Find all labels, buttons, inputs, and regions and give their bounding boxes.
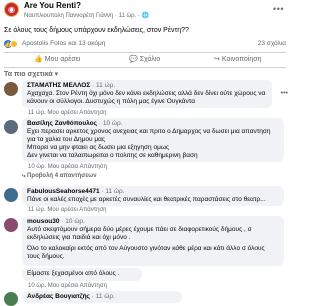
comment-options-icon[interactable]: ••• bbox=[281, 90, 288, 97]
comment-bubble: ΣΤΑΜΑΤΗΣ ΜΕΛΛΟΣ · 11 ώρ. Αχαχαχα. Στον Ρ… bbox=[22, 80, 272, 108]
comment-bubble: Ανδρέας Βουγιατζής · 11 ώρ. bbox=[22, 291, 182, 303]
comment-text-line: Είμαστε ξεχασμένοι από όλους . bbox=[27, 270, 120, 277]
comment-text-line: κάνουν οι σύλλογοι. Δυστυχώς η πόλη μας … bbox=[27, 98, 196, 105]
comment-author[interactable]: mousou30 bbox=[27, 218, 60, 225]
comment-text-line: τους δήμους. bbox=[27, 253, 65, 260]
comment-actions[interactable]: 10 ώρ. Μου αρέσει Απάντηση bbox=[28, 283, 107, 289]
comment-text-line: Όλο το καλοκαίρι εκτός από τον Αύγουστο … bbox=[27, 245, 265, 252]
comments-count[interactable]: 23 σχόλια bbox=[258, 40, 286, 47]
comment-sort-dropdown[interactable]: Τα πιο σχετικά ▾ bbox=[4, 70, 58, 78]
thumbs-up-icon: 👍 bbox=[34, 56, 43, 63]
group-avatar[interactable]: ◉ bbox=[4, 2, 19, 17]
reactions-row: 👍 Apostolis Fotos και 13 ακόμη 23 σχόλια bbox=[4, 40, 286, 50]
comment-bubble: Βασίλης Ζανθόπουλος · 10 ώρ. Εχει περασε… bbox=[22, 118, 284, 162]
comment-button[interactable]: 💬 Σχόλιο bbox=[129, 55, 160, 64]
view-replies-link[interactable]: ⤷ Προβολή 4 απαντήσεων bbox=[22, 173, 97, 180]
globe-icon: 🌐 bbox=[141, 13, 150, 19]
comment-author[interactable]: Βασίλης Ζανθόπουλος bbox=[27, 120, 97, 127]
comment-text-line: εκδηλώσεις για παιδιά και όχι μόνο . bbox=[27, 234, 131, 241]
post-meta: Ναυπλιουπολη Παννορέτη Γιάννη · 11 ώρ. ·… bbox=[24, 13, 150, 19]
comment-author[interactable]: ΣΤΑΜΑΤΗΣ ΜΕΛΛΟΣ bbox=[27, 82, 90, 89]
avatar[interactable] bbox=[4, 292, 18, 306]
comment-bubble-extra: Είμαστε ξεχασμένοι από όλους . bbox=[22, 268, 142, 281]
comment-bubble: FabulousSeahorse4471 · 11 ώρ. Πάνε οι κα… bbox=[22, 186, 284, 206]
comment-actions[interactable]: 11 ώρ. Μου αρέσει Απάντηση bbox=[28, 207, 107, 213]
more-options-icon[interactable]: ••• bbox=[273, 4, 284, 14]
comment-bubble: mousou30 · 10 ώρ. Αυτό σκεφτόμουν σήμερα… bbox=[22, 216, 284, 266]
comment-author[interactable]: FabulousSeahorse4471 bbox=[27, 188, 100, 195]
comment-icon: 💬 bbox=[129, 56, 138, 63]
comment-actions[interactable]: 10 ώρ. Μου αρέσει Απάντηση bbox=[28, 164, 107, 170]
post-text: Σε όλους τους δήμους υπάρχουν εκδηλώσεις… bbox=[4, 27, 189, 34]
post-action-bar: 👍 Μου αρέσει 💬 Σχόλιο ↪ Κοινοποίηση bbox=[4, 52, 286, 68]
share-button[interactable]: ↪ Κοινοποίηση bbox=[214, 55, 262, 64]
comment-text-line: Μπορει να μην φταιει ας δωσει μια εξηγησ… bbox=[27, 144, 170, 151]
comment-text-line: για τα χαλια του Δημου μας bbox=[27, 136, 105, 143]
share-icon: ↪ bbox=[214, 56, 220, 63]
comment-actions[interactable]: 11 ώρ. Μου αρέσει Απάντηση bbox=[28, 110, 107, 116]
comment-text-line: Αχαχαχα. Στον Ρέντη όχι μόνο δεν κάνει ε… bbox=[27, 90, 266, 97]
comment-author[interactable]: Ανδρέας Βουγιατζής bbox=[27, 293, 90, 300]
avatar[interactable] bbox=[4, 82, 18, 96]
care-reaction-icon[interactable] bbox=[10, 40, 18, 48]
comment-text-line: Δεν γινεται να ταλαιπωρειται ο πολιτης σ… bbox=[27, 152, 198, 159]
avatar[interactable] bbox=[4, 218, 18, 232]
like-button[interactable]: 👍 Μου αρέσει bbox=[34, 55, 80, 64]
avatar[interactable] bbox=[4, 188, 18, 202]
comment-text-line: Εχει περασει αρκετος χρονος ανεχειας και… bbox=[27, 128, 271, 135]
post-header: ◉ Are You Renti? Ναυπλιουπολη Παννορέτη … bbox=[0, 0, 290, 24]
reactors-summary[interactable]: Apostolis Fotos και 13 ακόμη bbox=[22, 40, 105, 47]
group-name[interactable]: Are You Renti? bbox=[24, 1, 81, 10]
comment-text-line: Αυτό σκεφτόμουν σήμερα δύο μέρες έχουμε … bbox=[27, 226, 252, 233]
comment-text-line: Πάνε οι καλές εποχές με αρκετές συναυλίε… bbox=[27, 196, 266, 203]
avatar[interactable] bbox=[4, 120, 18, 134]
